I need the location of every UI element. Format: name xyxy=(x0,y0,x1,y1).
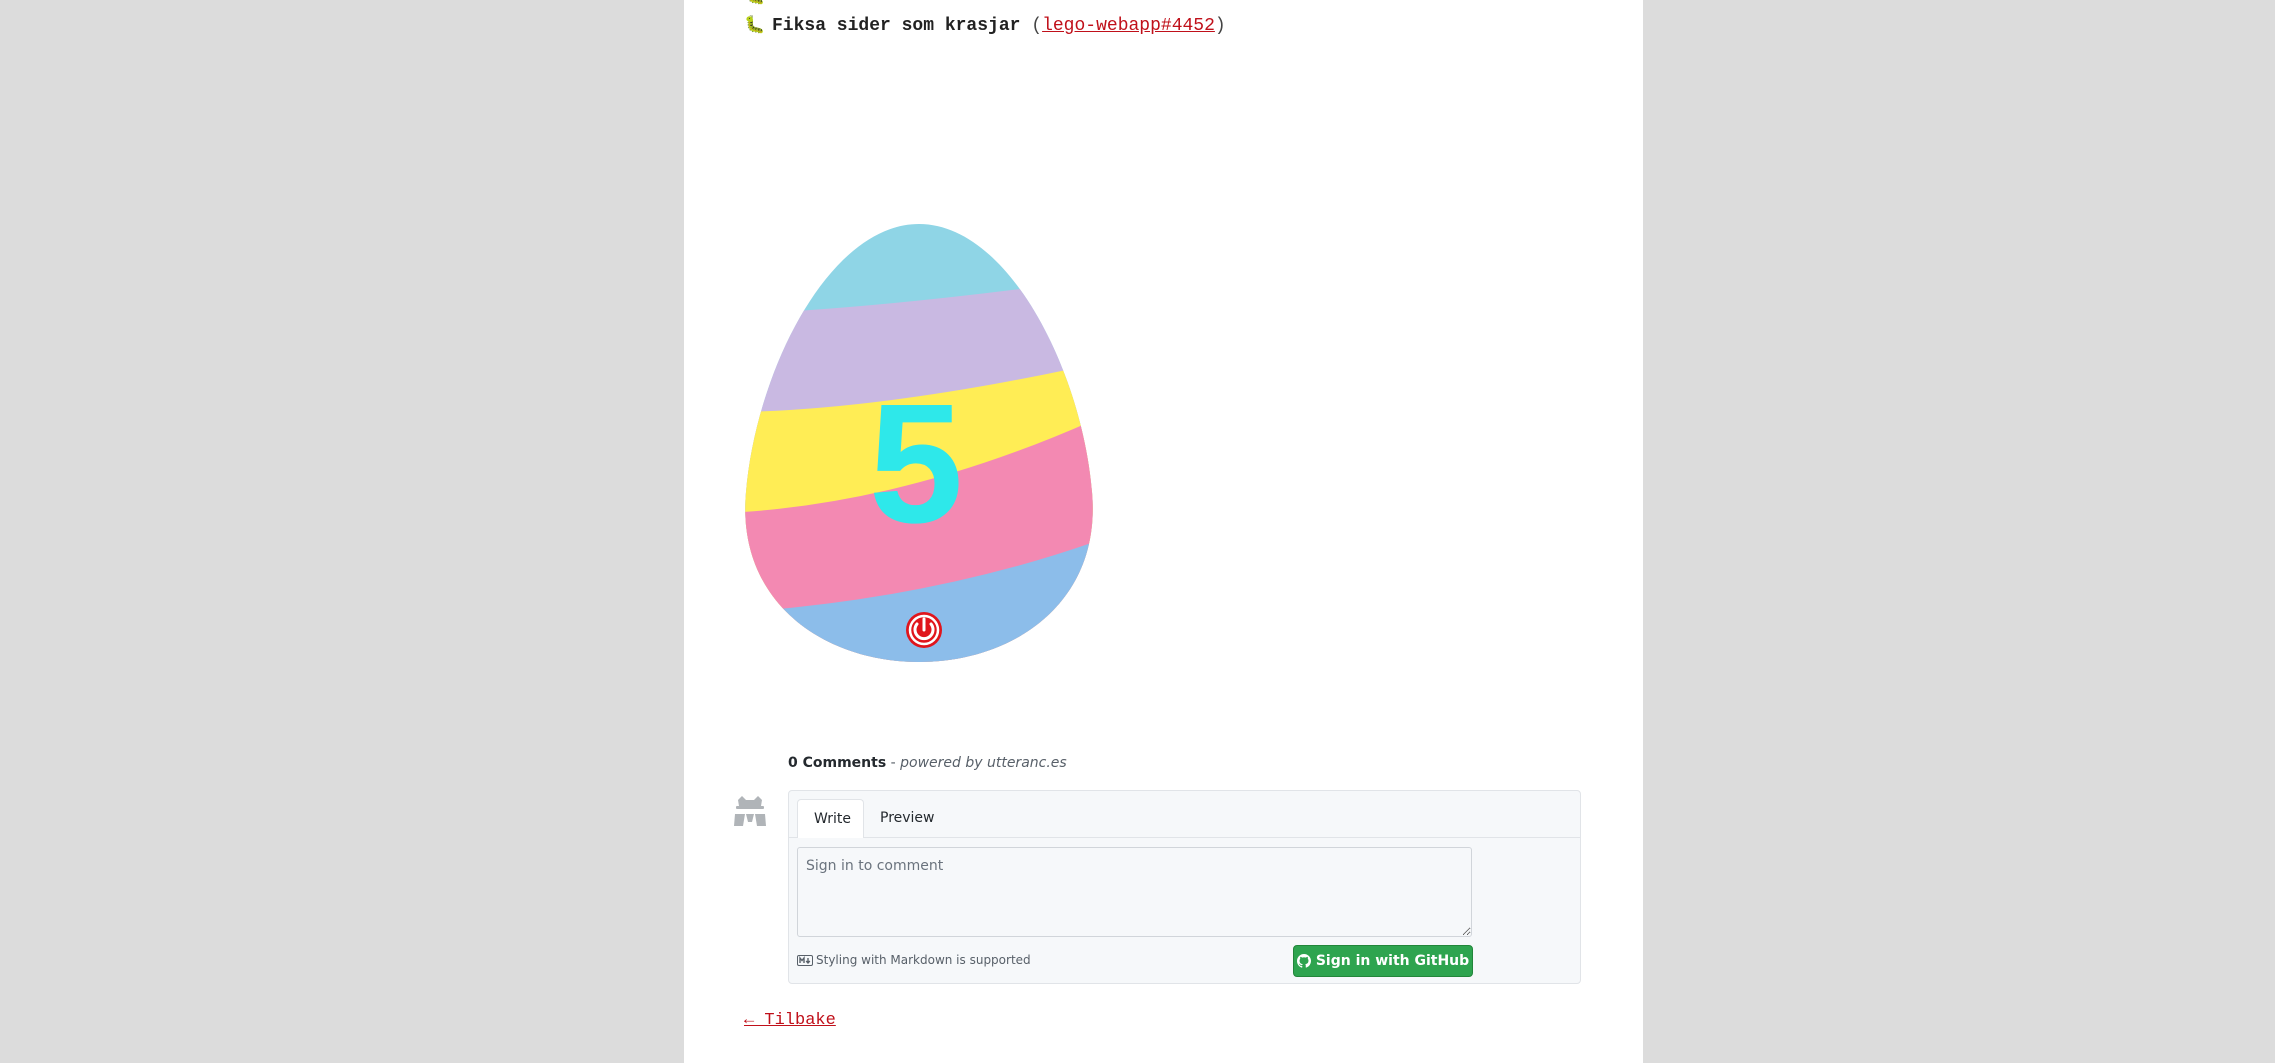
open-paren: ( xyxy=(1031,16,1043,36)
article-page: 🐛 🐛 Fiksa sider som krasjar (lego-webapp#… xyxy=(684,0,1643,1063)
list-item-label: Fiksa sider som krasjar xyxy=(772,16,1021,36)
tabs-divider xyxy=(789,837,1580,838)
comment-textarea[interactable] xyxy=(797,847,1472,937)
egg-number: 5 xyxy=(869,369,964,559)
powered-by-link[interactable]: powered by utteranc.es xyxy=(900,755,1067,771)
list-item-partial: 🐛 xyxy=(744,0,772,7)
back-link[interactable]: ← Tilbake xyxy=(744,1011,836,1030)
github-icon xyxy=(1296,954,1311,968)
markdown-note-label: Styling with Markdown is supported xyxy=(816,953,1031,967)
tab-write[interactable]: Write xyxy=(797,799,864,838)
markdown-icon xyxy=(797,955,813,969)
markdown-note[interactable]: Styling with Markdown is supported xyxy=(797,953,1031,969)
comments-header: 0 Comments - powered by utteranc.es xyxy=(788,755,1067,771)
power-logo-icon xyxy=(906,612,942,648)
bug-icon: 🐛 xyxy=(744,0,765,7)
pull-request-link[interactable]: lego-webapp#4452 xyxy=(1042,16,1215,36)
sign-in-github-button[interactable]: Sign in with GitHub xyxy=(1293,945,1473,977)
anonymous-avatar-icon xyxy=(730,792,770,832)
tab-preview[interactable]: Preview xyxy=(864,799,951,837)
bug-icon: 🐛 xyxy=(744,17,766,36)
header-separator: - xyxy=(886,755,901,771)
comment-count: 0 Comments xyxy=(788,755,887,771)
easter-egg-graphic: 5 xyxy=(745,224,1093,662)
sign-in-label: Sign in with GitHub xyxy=(1315,953,1470,969)
comment-form: Write Preview Styling with Markdown is s… xyxy=(788,790,1581,984)
close-paren: ) xyxy=(1214,16,1226,36)
easter-egg-image[interactable]: 5 xyxy=(744,222,1094,664)
list-item: 🐛 Fiksa sider som krasjar (lego-webapp#44… xyxy=(744,15,1226,36)
